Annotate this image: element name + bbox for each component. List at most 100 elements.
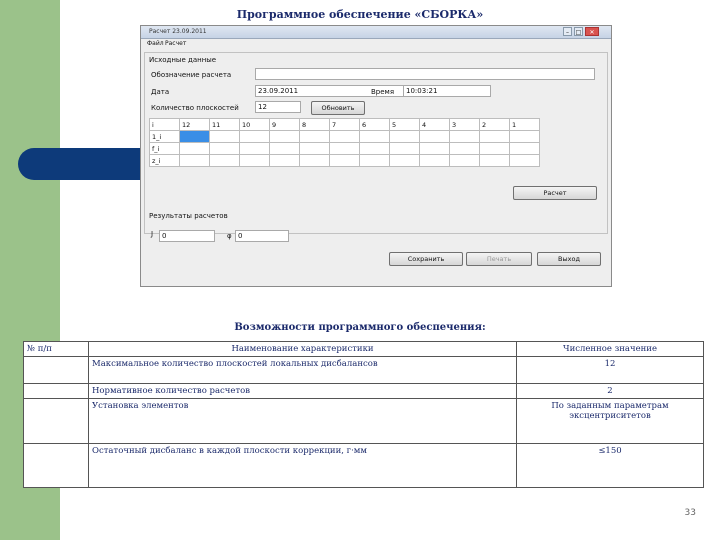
maximize-icon[interactable]: □ [574, 27, 583, 36]
grid-cell[interactable] [449, 130, 480, 143]
grid-header-cell: 8 [299, 118, 330, 131]
grid-cell[interactable] [389, 130, 420, 143]
grid-header-cell: 4 [419, 118, 450, 131]
grid-header-cell: 5 [389, 118, 420, 131]
grid-cell[interactable] [179, 142, 210, 155]
menu-bar: Файл Расчет [141, 38, 611, 48]
grid-cell[interactable] [299, 142, 330, 155]
exit-button[interactable]: Выход [537, 252, 601, 266]
spec-row-name: Остаточный дисбаланс в каждой плоскости … [88, 443, 517, 488]
spec-row-value: 2 [516, 383, 704, 399]
grid-cell[interactable] [389, 154, 420, 167]
calculate-button[interactable]: Расчет [513, 186, 597, 200]
spec-row-value: 12 [516, 356, 704, 384]
grid-cell[interactable] [239, 154, 270, 167]
subtitle: Возможности программного обеспечения: [234, 322, 486, 333]
designation-input[interactable] [255, 68, 595, 80]
grid-cell[interactable] [359, 154, 390, 167]
print-button[interactable]: Печать [466, 252, 532, 266]
planes-grid: i 12 11 10 9 8 7 6 5 4 3 2 1 1_i f_i z_i [149, 118, 540, 167]
grid-cell[interactable] [299, 130, 330, 143]
grid-header-cell: 6 [359, 118, 390, 131]
spec-header-value: Численное значение [516, 341, 704, 357]
grid-cell[interactable] [269, 130, 300, 143]
window-title: Расчет 23.09.2011 [149, 28, 207, 35]
table-row: Нормативное количество расчетов 2 [23, 383, 704, 399]
menu-item-file[interactable]: Файл [147, 40, 164, 47]
j-label: J [151, 230, 154, 238]
grid-header-cell: 1 [509, 118, 540, 131]
spec-row-value: По заданным параметрам эксцентриситетов [516, 398, 704, 444]
grid-cell-selected[interactable] [179, 130, 210, 143]
spec-header-name: Наименование характеристики [88, 341, 517, 357]
spec-row-num [23, 443, 89, 488]
app-window: Расчет 23.09.2011 – □ ✕ Файл Расчет Исхо… [140, 25, 612, 287]
grid-header-cell: 11 [209, 118, 240, 131]
spec-header-num: № п/п [23, 341, 89, 357]
save-button[interactable]: Сохранить [389, 252, 463, 266]
page-number: 33 [684, 508, 696, 518]
grid-cell[interactable] [329, 130, 360, 143]
grid-cell[interactable] [329, 142, 360, 155]
grid-header-cell: i [149, 118, 180, 131]
table-row: Установка элементов По заданным параметр… [23, 398, 704, 444]
grid-cell[interactable] [359, 130, 390, 143]
grid-row-label: z_i [149, 154, 180, 167]
slide-title: Программное обеспечение «СБОРКА» [236, 8, 484, 21]
input-group-label: Исходные данные [149, 56, 217, 64]
grid-cell[interactable] [329, 154, 360, 167]
spec-row-num [23, 356, 89, 384]
grid-cell[interactable] [419, 142, 450, 155]
grid-cell[interactable] [479, 142, 510, 155]
grid-cell[interactable] [479, 154, 510, 167]
spec-row-num [23, 398, 89, 444]
spec-row-name: Максимальное количество плоскостей локал… [88, 356, 517, 384]
grid-header-cell: 10 [239, 118, 270, 131]
time-label: Время [371, 88, 395, 96]
grid-header-cell: 9 [269, 118, 300, 131]
spec-row-num [23, 383, 89, 399]
grid-cell[interactable] [449, 154, 480, 167]
spec-row-value: ≤150 [516, 443, 704, 488]
grid-cell[interactable] [209, 130, 240, 143]
close-icon[interactable]: ✕ [585, 27, 599, 36]
grid-header-cell: 7 [329, 118, 360, 131]
designation-label: Обозначение расчета [151, 71, 232, 79]
grid-cell[interactable] [479, 130, 510, 143]
grid-row-label: 1_i [149, 130, 180, 143]
grid-cell[interactable] [239, 142, 270, 155]
grid-row-label: f_i [149, 142, 180, 155]
grid-cell[interactable] [419, 154, 450, 167]
phi-label: φ [227, 232, 232, 240]
grid-cell[interactable] [509, 130, 540, 143]
grid-header-cell: 3 [449, 118, 480, 131]
planes-input[interactable]: 12 [255, 101, 301, 113]
grid-cell[interactable] [359, 142, 390, 155]
grid-cell[interactable] [209, 142, 240, 155]
grid-cell[interactable] [269, 154, 300, 167]
spec-row-name: Нормативное количество расчетов [88, 383, 517, 399]
minimize-icon[interactable]: – [563, 27, 572, 36]
grid-cell[interactable] [449, 142, 480, 155]
j-result-field[interactable]: 0 [159, 230, 215, 242]
table-row: Остаточный дисбаланс в каждой плоскости … [23, 443, 704, 488]
grid-cell[interactable] [419, 130, 450, 143]
table-row: Максимальное количество плоскостей локал… [23, 356, 704, 384]
grid-cell[interactable] [389, 142, 420, 155]
grid-cell[interactable] [509, 154, 540, 167]
grid-cell[interactable] [299, 154, 330, 167]
phi-result-field[interactable]: 0 [235, 230, 289, 242]
results-label: Результаты расчетов [149, 212, 228, 220]
grid-cell[interactable] [239, 130, 270, 143]
time-input[interactable]: 10:03:21 [403, 85, 491, 97]
spec-row-name: Установка элементов [88, 398, 517, 444]
grid-cell[interactable] [179, 154, 210, 167]
menu-item-calc[interactable]: Расчет [165, 40, 186, 47]
spec-table: № п/п Наименование характеристики Числен… [23, 341, 704, 488]
grid-cell[interactable] [509, 142, 540, 155]
grid-cell[interactable] [209, 154, 240, 167]
grid-cell[interactable] [269, 142, 300, 155]
planes-label: Количество плоскостей [151, 104, 239, 112]
date-label: Дата [151, 88, 170, 96]
refresh-button[interactable]: Обновить [311, 101, 365, 115]
